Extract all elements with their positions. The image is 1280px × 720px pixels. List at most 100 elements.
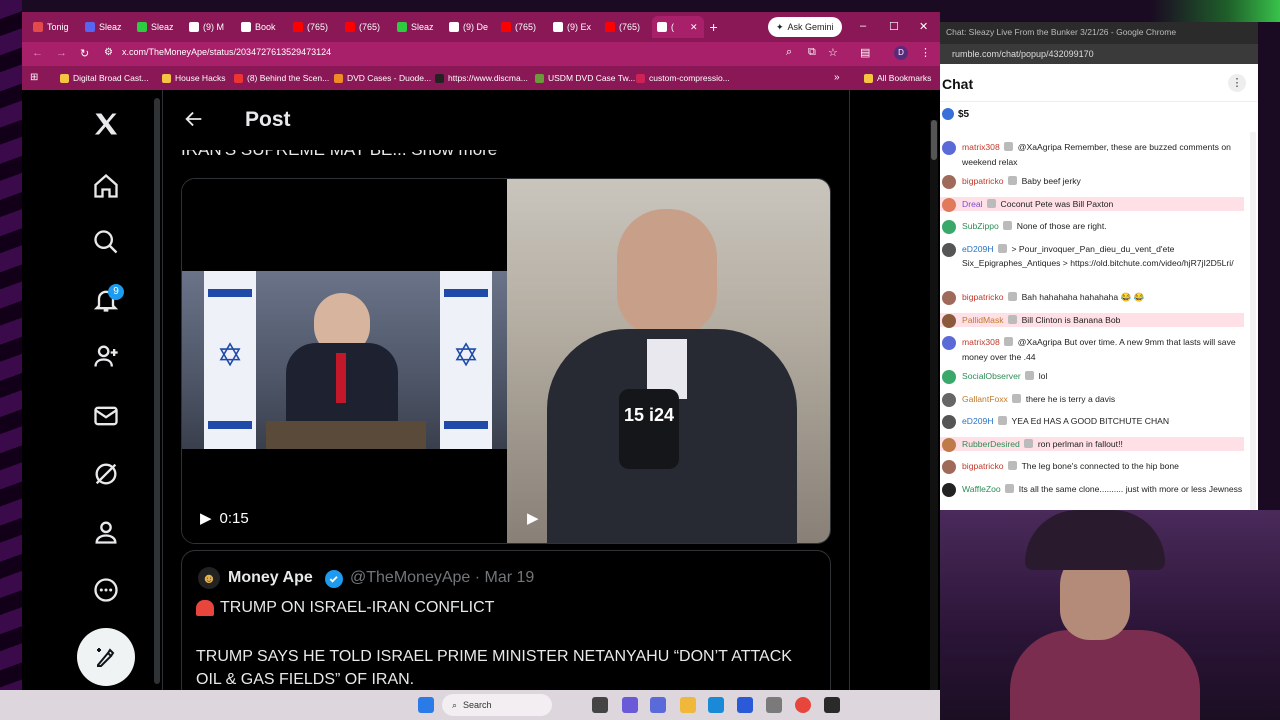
store-icon[interactable] xyxy=(737,697,753,713)
chat-username[interactable]: matrix308 xyxy=(962,142,1000,152)
tab-close-icon[interactable]: ✕ xyxy=(690,22,698,33)
side-panel-icon[interactable]: ▤ xyxy=(860,46,870,59)
url-field[interactable]: x.com/TheMoneyApe/status/203472761352947… xyxy=(122,47,331,57)
home-icon[interactable] xyxy=(92,172,120,200)
bookmark-item[interactable]: (8) Behind the Scen... xyxy=(234,73,329,83)
chat-username[interactable]: GallantFoxx xyxy=(962,394,1008,404)
avatar[interactable] xyxy=(942,141,956,155)
grok-icon[interactable] xyxy=(92,460,120,488)
browser-tab[interactable]: Book xyxy=(236,16,288,38)
close-icon[interactable]: ✕ xyxy=(919,20,928,33)
chat-username[interactable]: bigpatricko xyxy=(962,176,1004,186)
star-icon[interactable]: ☆ xyxy=(828,46,838,59)
reload-icon[interactable]: ↻ xyxy=(80,47,89,60)
avatar[interactable] xyxy=(942,313,956,328)
bookmark-item[interactable]: House Hacks xyxy=(162,73,226,83)
chat-message[interactable]: eD209H YEA Ed HAS A GOOD BITCHUTE CHAN xyxy=(940,414,1244,429)
maximize-icon[interactable]: ☐ xyxy=(889,20,899,33)
avatar[interactable] xyxy=(942,460,956,474)
menu-icon[interactable]: ⋮ xyxy=(920,46,931,59)
quote-author-name[interactable]: Money Ape xyxy=(228,569,313,587)
browser-tab[interactable]: Tonig xyxy=(28,16,80,38)
quoted-post[interactable]: ☻ Money Ape @TheMoneyApe · Mar 19 TRUMP … xyxy=(181,550,831,690)
avatar[interactable] xyxy=(942,415,956,429)
profile-icon[interactable] xyxy=(92,518,120,546)
avatar[interactable] xyxy=(942,392,956,407)
chat-username[interactable]: WaffleZoo xyxy=(962,484,1001,494)
chat-username[interactable]: eD209H xyxy=(962,416,994,426)
avatar[interactable] xyxy=(942,175,956,189)
x-logo-icon[interactable] xyxy=(92,110,120,138)
browser-tab[interactable]: (9) Ex xyxy=(548,16,600,38)
chat-message[interactable]: GallantFoxx there he is terry a davis xyxy=(940,392,1244,407)
chat-username[interactable]: bigpatricko xyxy=(962,292,1004,302)
chat-message[interactable]: SubZippo None of those are right. xyxy=(940,219,1244,234)
cast-icon[interactable]: ⧉ xyxy=(808,46,816,59)
taskbar-search[interactable]: ⌕ Search xyxy=(442,694,552,716)
browser-tab[interactable]: Sleaz xyxy=(392,16,444,38)
chat-message[interactable]: matrix308 @XaAgripa But over time. A new … xyxy=(940,335,1244,364)
avatar[interactable] xyxy=(942,291,956,305)
browser-tab[interactable]: (765) xyxy=(340,16,392,38)
back-arrow-icon[interactable] xyxy=(183,108,205,130)
browser-tab[interactable]: (765) xyxy=(288,16,340,38)
chat-username[interactable]: Dreal xyxy=(962,199,983,209)
page-scrollbar[interactable] xyxy=(930,120,938,692)
file-explorer-icon[interactable] xyxy=(680,697,696,713)
chat-message[interactable]: Dreal Coconut Pete was Bill Paxton xyxy=(940,196,1244,212)
bookmark-item[interactable]: DVD Cases - Duode... xyxy=(334,73,431,83)
teams-icon[interactable] xyxy=(650,697,666,713)
profile-avatar[interactable]: D xyxy=(894,46,908,60)
ask-gemini-button[interactable]: ✦ Ask Gemini xyxy=(768,17,842,37)
chat-username[interactable]: RubberDesired xyxy=(962,439,1020,449)
app-icon[interactable] xyxy=(824,697,840,713)
browser-tab[interactable]: Sleaz xyxy=(132,16,184,38)
task-view-icon[interactable] xyxy=(592,697,608,713)
avatar[interactable]: ☻ xyxy=(198,567,220,589)
bookmark-item[interactable]: custom-compressio... xyxy=(636,73,730,83)
video-left[interactable]: ✡ ✡ ▶ 0:15 xyxy=(182,179,507,543)
browser-tab[interactable]: (765) xyxy=(496,16,548,38)
follow-icon[interactable] xyxy=(92,342,120,370)
chat-username[interactable]: matrix308 xyxy=(962,337,1000,347)
bookmark-item[interactable]: USDM DVD Case Tw... xyxy=(535,73,635,83)
start-icon[interactable] xyxy=(418,697,434,713)
video-controls[interactable]: ▶ 0:15 xyxy=(200,509,249,528)
new-tab-button[interactable]: + xyxy=(710,19,718,35)
chat-message[interactable]: RubberDesired ron perlman in fallout!! xyxy=(940,436,1244,452)
chat-username[interactable]: eD209H xyxy=(962,244,994,254)
sidebar-scrollbar[interactable] xyxy=(154,98,160,684)
chat-username[interactable]: PallidMask xyxy=(962,315,1004,325)
chat-message[interactable]: bigpatricko The leg bone's connected to t… xyxy=(940,459,1244,474)
video-right[interactable]: 15 i24 ▶ xyxy=(507,179,830,543)
avatar[interactable] xyxy=(942,437,956,452)
copilot-icon[interactable] xyxy=(622,697,638,713)
browser-tab[interactable]: (765) xyxy=(600,16,652,38)
all-bookmarks-button[interactable]: All Bookmarks xyxy=(864,73,931,83)
chat-menu-icon[interactable]: ⋮ xyxy=(1228,74,1246,92)
quote-handle[interactable]: @TheMoneyApe · Mar 19 xyxy=(350,569,534,587)
avatar[interactable] xyxy=(942,370,956,384)
chat-message[interactable]: bigpatricko Baby beef jerky xyxy=(940,174,1244,189)
chat-message[interactable]: WaffleZoo Its all the same clone.........… xyxy=(940,482,1244,497)
browser-tab[interactable]: Sleaz xyxy=(80,16,132,38)
forward-icon[interactable]: → xyxy=(56,47,67,59)
chat-username[interactable]: SubZippo xyxy=(962,221,999,231)
chat-url[interactable]: rumble.com/chat/popup/432099170 xyxy=(940,44,1258,64)
apps-icon[interactable]: ⊞ xyxy=(30,72,38,83)
avatar[interactable] xyxy=(942,242,956,257)
chat-message[interactable]: eD209H > Pour_invoquer_Pan_dieu_du_vent_d… xyxy=(940,242,1244,271)
avatar[interactable] xyxy=(942,197,956,212)
more-bookmarks-icon[interactable]: » xyxy=(834,72,840,83)
explore-icon[interactable] xyxy=(92,228,120,256)
more-icon[interactable] xyxy=(92,576,120,604)
browser-tab[interactable]: (9) De xyxy=(444,16,496,38)
video-media[interactable]: ✡ ✡ ▶ 0:15 15 i24 ▶ xyxy=(181,178,831,544)
chat-message[interactable]: SocialObserver lol xyxy=(940,369,1244,384)
chat-scrollbar[interactable] xyxy=(1250,132,1256,512)
compose-post-button[interactable] xyxy=(77,628,135,686)
chat-message[interactable]: matrix308 @XaAgripa Remember, these are b… xyxy=(940,140,1244,169)
zoom-icon[interactable]: ⌕ xyxy=(786,46,792,59)
settings-icon[interactable] xyxy=(766,697,782,713)
chat-message[interactable]: PallidMask Bill Clinton is Banana Bob xyxy=(940,312,1244,328)
